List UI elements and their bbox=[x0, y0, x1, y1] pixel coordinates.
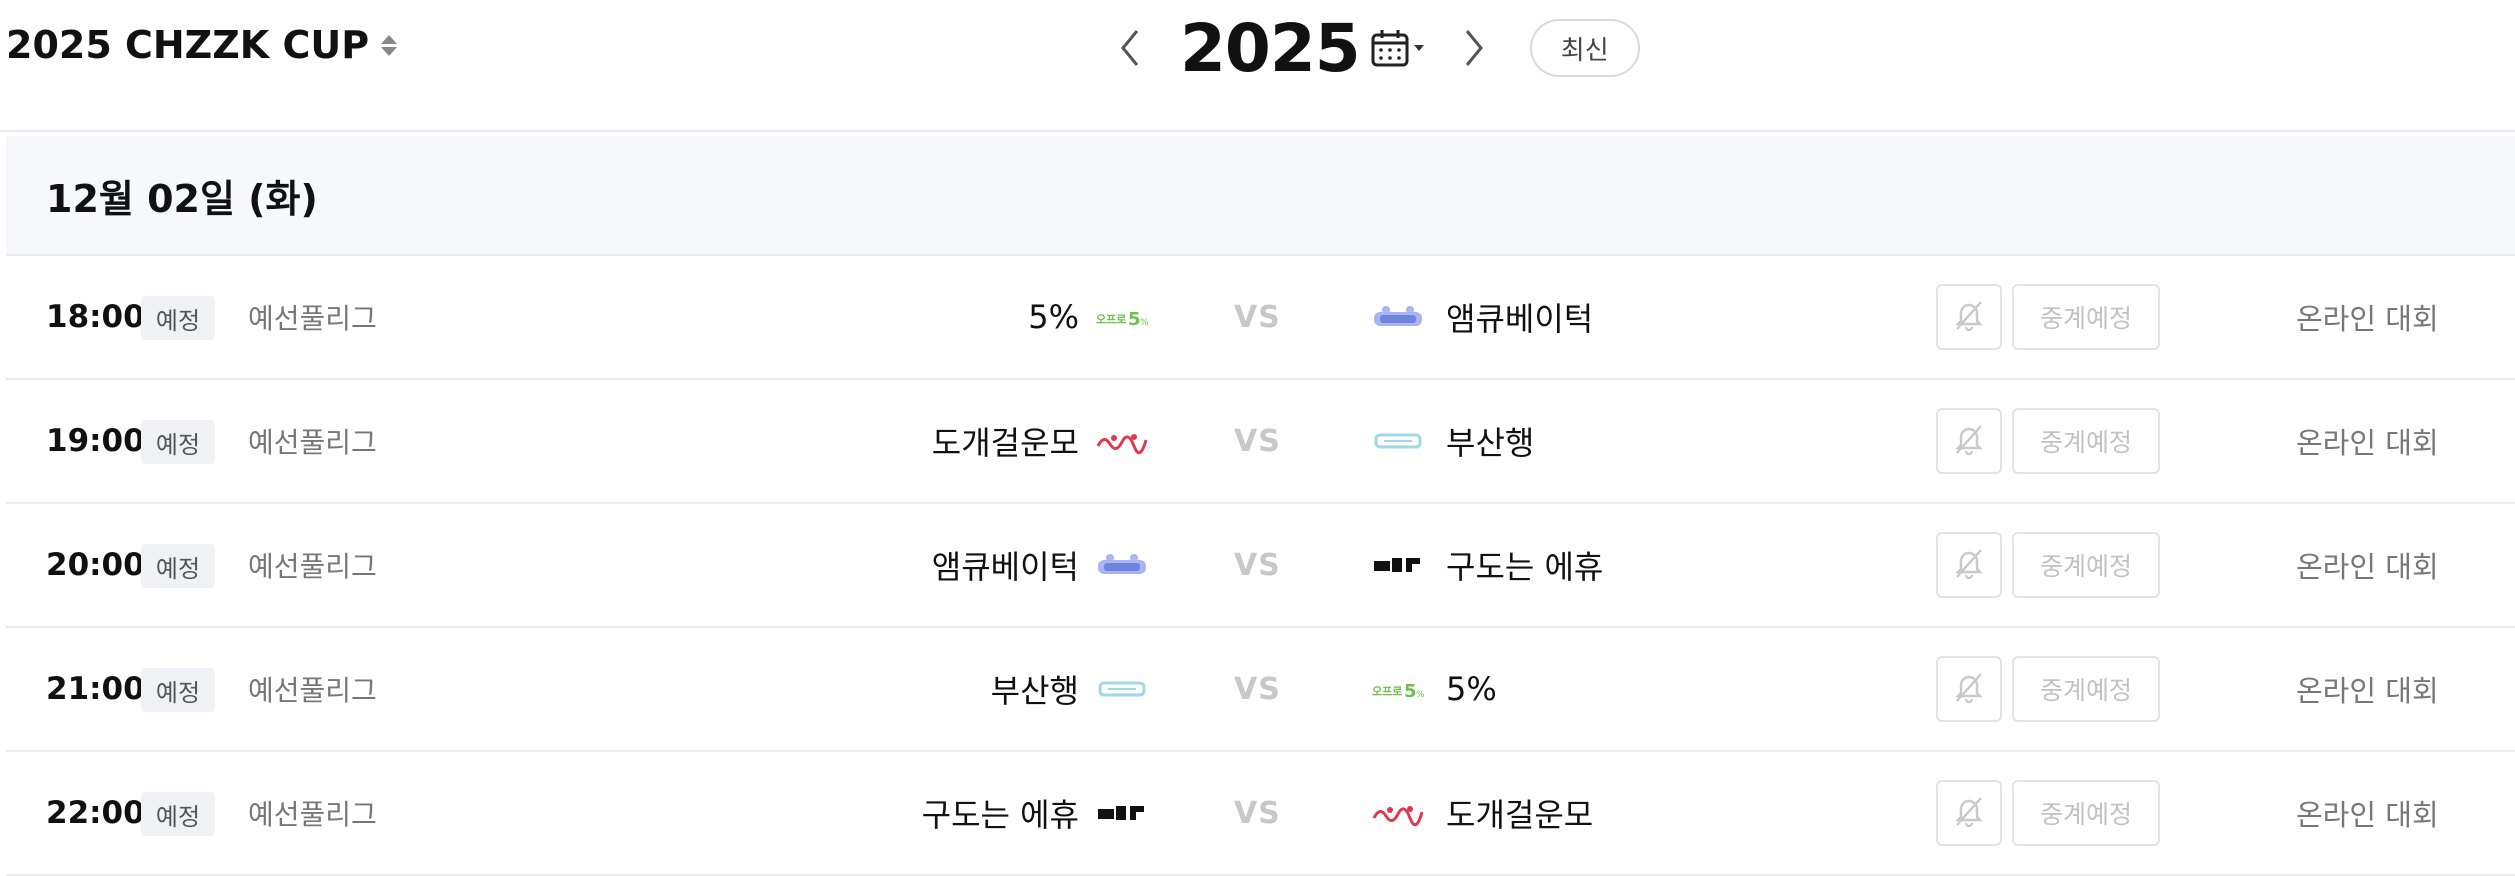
match-time: 22:00 bbox=[46, 795, 145, 831]
away-team-name[interactable]: 5% bbox=[1446, 628, 1497, 750]
caret-down-icon bbox=[1413, 45, 1424, 51]
bell-off-icon bbox=[1952, 546, 1986, 584]
year-title: 2025 bbox=[1180, 9, 1361, 87]
status-badge: 예정 bbox=[141, 792, 215, 836]
vs-label: VS bbox=[1234, 547, 1281, 583]
vs-label: VS bbox=[1234, 423, 1281, 459]
match-row[interactable]: 21:00 예정 예선풀리그 부산행 VS 오프로 5% 5% 중계예정 온라인 대회 bbox=[6, 628, 2515, 752]
league-name: 예선풀리그 bbox=[248, 426, 377, 459]
broadcast-button[interactable]: 중계예정 bbox=[2012, 780, 2160, 846]
bell-off-icon bbox=[1952, 298, 1986, 336]
svg-text:5: 5 bbox=[1404, 681, 1417, 702]
svg-text:%: % bbox=[1140, 318, 1149, 328]
match-time: 20:00 bbox=[46, 547, 145, 583]
away-team-logo bbox=[1370, 796, 1426, 830]
match-row[interactable]: 18:00 예정 예선풀리그 5% 오프로 5% VS 앰큐베이턱 중계예정 온라인 대회 bbox=[6, 256, 2515, 380]
vs-label: VS bbox=[1234, 299, 1281, 335]
league-name: 예선풀리그 bbox=[248, 302, 377, 335]
broadcast-button[interactable]: 중계예정 bbox=[2012, 284, 2160, 350]
date-header: 12월 02일 (화) bbox=[6, 136, 2515, 256]
venue-label: 온라인 대회 bbox=[2296, 674, 2439, 708]
notification-button[interactable] bbox=[1936, 656, 2002, 722]
away-team-logo bbox=[1370, 300, 1426, 334]
vs-label: VS bbox=[1234, 795, 1281, 831]
status-badge: 예정 bbox=[141, 296, 215, 340]
status-badge: 예정 bbox=[141, 420, 215, 464]
broadcast-button[interactable]: 중계예정 bbox=[2012, 408, 2160, 474]
home-team-name[interactable]: 구도는 에휴 bbox=[922, 752, 1079, 874]
sort-arrows-icon bbox=[381, 34, 398, 56]
match-row[interactable]: 19:00 예정 예선풀리그 도개걸운모 VS 부산행 중계예정 온라인 대회 bbox=[6, 380, 2515, 504]
home-team-logo: 오프로 5% bbox=[1094, 300, 1150, 334]
match-time: 19:00 bbox=[46, 423, 145, 459]
svg-text:오프로: 오프로 bbox=[1096, 313, 1126, 326]
notification-button[interactable] bbox=[1936, 532, 2002, 598]
bell-off-icon bbox=[1952, 794, 1986, 832]
status-badge: 예정 bbox=[141, 668, 215, 712]
venue-label: 온라인 대회 bbox=[2296, 550, 2439, 584]
match-row[interactable]: 22:00 예정 예선풀리그 구도는 에휴 VS 도개걸운모 중계예정 온라인 대회 bbox=[6, 752, 2515, 876]
cup-selector[interactable]: 2025 CHZZK CUP bbox=[6, 20, 398, 70]
broadcast-button[interactable]: 중계예정 bbox=[2012, 656, 2160, 722]
bell-off-icon bbox=[1952, 670, 1986, 708]
home-team-logo bbox=[1094, 548, 1150, 582]
match-time: 21:00 bbox=[46, 671, 145, 707]
chevron-left-icon bbox=[1121, 30, 1139, 66]
league-name: 예선풀리그 bbox=[248, 550, 377, 583]
home-team-logo bbox=[1094, 796, 1150, 830]
home-team-name[interactable]: 부산행 bbox=[991, 628, 1079, 750]
cup-title: 2025 CHZZK CUP bbox=[6, 23, 370, 67]
league-name: 예선풀리그 bbox=[248, 674, 377, 707]
away-team-name[interactable]: 부산행 bbox=[1446, 380, 1534, 502]
notification-button[interactable] bbox=[1936, 408, 2002, 474]
away-team-name[interactable]: 앰큐베이턱 bbox=[1446, 256, 1593, 378]
venue-label: 온라인 대회 bbox=[2296, 426, 2439, 460]
notification-button[interactable] bbox=[1936, 284, 2002, 350]
next-year-button[interactable] bbox=[1454, 18, 1494, 78]
away-team-name[interactable]: 구도는 에휴 bbox=[1446, 504, 1603, 626]
match-row[interactable]: 20:00 예정 예선풀리그 앰큐베이턱 VS 구도는 에휴 중계예정 온라인 대회 bbox=[6, 504, 2515, 628]
prev-year-button[interactable] bbox=[1110, 18, 1150, 78]
calendar-icon bbox=[1371, 30, 1409, 67]
match-time: 18:00 bbox=[46, 299, 145, 335]
away-team-logo: 오프로 5% bbox=[1370, 672, 1426, 706]
latest-button[interactable]: 최신 bbox=[1529, 19, 1640, 77]
venue-label: 온라인 대회 bbox=[2296, 798, 2439, 832]
calendar-button[interactable] bbox=[1370, 28, 1424, 68]
away-team-logo bbox=[1370, 424, 1426, 458]
home-team-logo bbox=[1094, 672, 1150, 706]
chevron-right-icon bbox=[1465, 30, 1483, 66]
date-label: 12월 02일 (화) bbox=[46, 176, 318, 221]
home-team-logo bbox=[1094, 424, 1150, 458]
bell-off-icon bbox=[1952, 422, 1986, 460]
status-badge: 예정 bbox=[141, 544, 215, 588]
svg-text:오프로: 오프로 bbox=[1372, 685, 1402, 698]
schedule-header: 2025 CHZZK CUP 2025 최신 bbox=[0, 0, 2515, 132]
away-team-name[interactable]: 도개걸운모 bbox=[1446, 752, 1593, 874]
home-team-name[interactable]: 앰큐베이턱 bbox=[932, 504, 1079, 626]
vs-label: VS bbox=[1234, 671, 1281, 707]
away-team-logo bbox=[1370, 548, 1426, 582]
venue-label: 온라인 대회 bbox=[2296, 302, 2439, 336]
home-team-name[interactable]: 도개걸운모 bbox=[932, 380, 1079, 502]
notification-button[interactable] bbox=[1936, 780, 2002, 846]
svg-text:5: 5 bbox=[1128, 309, 1141, 330]
match-list: 18:00 예정 예선풀리그 5% 오프로 5% VS 앰큐베이턱 중계예정 온라인 대회 19:0… bbox=[6, 256, 2515, 876]
league-name: 예선풀리그 bbox=[248, 798, 377, 831]
year-navigation: 2025 최신 bbox=[1110, 8, 1640, 88]
broadcast-button[interactable]: 중계예정 bbox=[2012, 532, 2160, 598]
home-team-name[interactable]: 5% bbox=[1028, 256, 1079, 378]
svg-text:%: % bbox=[1416, 690, 1425, 700]
